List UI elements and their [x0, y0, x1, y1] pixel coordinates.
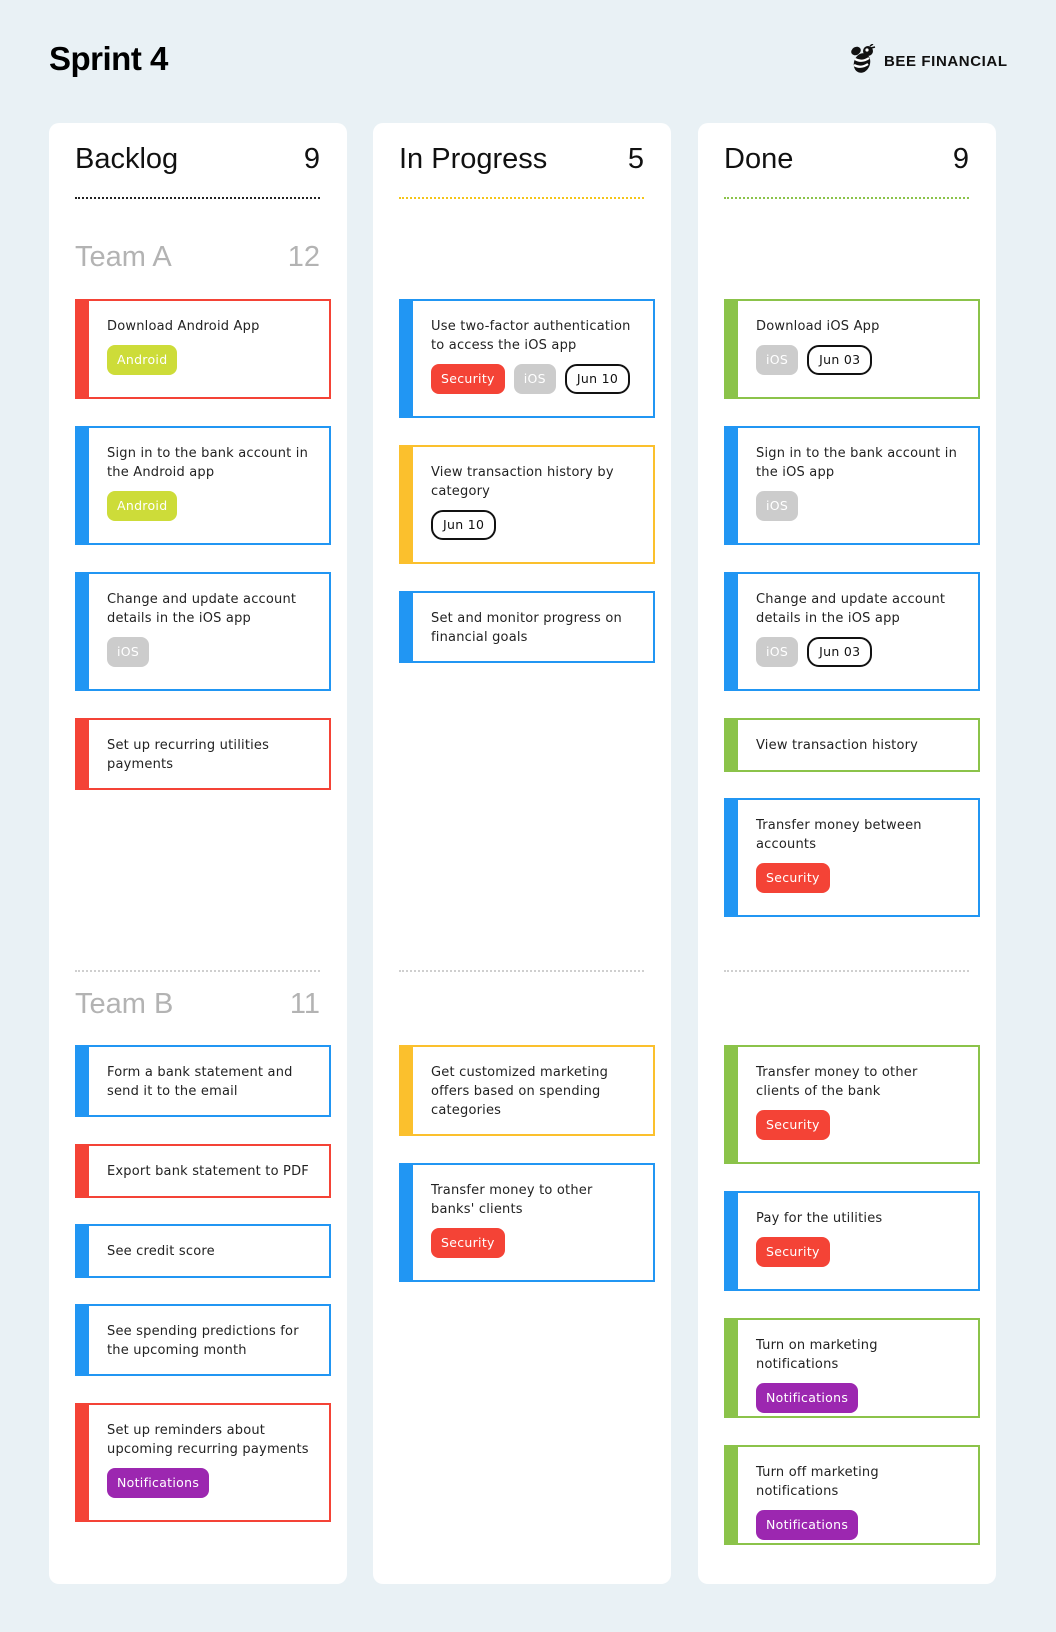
tag-android[interactable]: Android [107, 345, 178, 375]
column-header: Done 9 [724, 143, 969, 176]
task-card[interactable]: Set up reminders about upcoming recurrin… [75, 1403, 331, 1522]
tag-security[interactable]: Security [756, 863, 830, 893]
task-card[interactable]: Export bank statement to PDF [75, 1144, 331, 1198]
tag-security[interactable]: Security [756, 1110, 830, 1140]
task-title: See credit score [107, 1244, 215, 1259]
task-title: Set and monitor progress on financial go… [431, 611, 622, 645]
tag-notifications[interactable]: Notifications [107, 1468, 210, 1498]
task-title: Use two-factor authentication to access … [431, 319, 631, 353]
task-card[interactable]: Transfer money to other clients of the b… [724, 1045, 980, 1164]
column-count: 9 [303, 143, 320, 175]
task-title: Change and update account details in the… [756, 592, 946, 626]
brand-logo: BEE FINANCIAL [850, 43, 1008, 78]
task-card[interactable]: See credit score [75, 1224, 331, 1278]
team-divider [399, 970, 644, 972]
task-card[interactable]: Set up recurring utilities payments [75, 718, 331, 790]
tag-notifications[interactable]: Notifications [756, 1510, 859, 1540]
task-card[interactable]: Change and update account details in the… [724, 572, 980, 691]
tag-due-date[interactable]: Jun 10 [431, 510, 497, 540]
column-title: In Progress [399, 143, 548, 175]
tag-android[interactable]: Android [107, 491, 178, 521]
task-card[interactable]: Download iOS App iOS Jun 03 [724, 299, 980, 399]
task-title: Download iOS App [756, 319, 880, 334]
page-title: Sprint 4 [49, 40, 168, 77]
task-card[interactable]: Change and update account details in the… [75, 572, 331, 691]
column-done: Done 9 Download iOS App iOS Jun 03 Sign … [698, 123, 996, 1584]
team-count: 11 [289, 988, 320, 1020]
task-card[interactable]: Get customized marketing offers based on… [399, 1045, 655, 1136]
task-title: View transaction history by category [431, 465, 614, 499]
task-card[interactable]: Pay for the utilities Security [724, 1191, 980, 1291]
task-title: Form a bank statement and send it to the… [107, 1065, 293, 1099]
team-name: Team A [75, 241, 172, 273]
tag-ios[interactable]: iOS [513, 364, 556, 394]
column-divider [399, 197, 644, 199]
task-card[interactable]: Transfer money between accounts Security [724, 798, 980, 917]
task-title: Download Android App [107, 319, 260, 334]
brand-name: BEE FINANCIAL [884, 52, 1008, 70]
tag-security[interactable]: Security [431, 1228, 505, 1258]
column-divider [75, 197, 320, 199]
task-title: Set up recurring utilities payments [107, 738, 270, 772]
team-b-header: Team B 11 [75, 988, 320, 1021]
task-title: Sign in to the bank account in the Andro… [107, 446, 309, 480]
tag-notifications[interactable]: Notifications [756, 1383, 859, 1413]
tag-ios[interactable]: iOS [756, 345, 799, 375]
task-title: Turn on marketing notifications [756, 1338, 878, 1372]
task-title: Transfer money between accounts [756, 818, 922, 852]
column-header: In Progress 5 [399, 143, 644, 176]
tag-due-date[interactable]: Jun 10 [564, 364, 631, 394]
task-card[interactable]: Turn on marketing notifications Notifica… [724, 1318, 980, 1418]
task-title: Transfer money to other banks' clients [431, 1183, 593, 1217]
task-title: Change and update account details in the… [107, 592, 297, 626]
task-title: Export bank statement to PDF [107, 1164, 309, 1179]
column-title: Done [724, 143, 794, 175]
tag-ios[interactable]: iOS [107, 637, 150, 667]
team-divider [724, 970, 969, 972]
task-title: See spending predictions for the upcomin… [107, 1324, 299, 1358]
team-a-header: Team A 12 [75, 241, 320, 274]
team-divider [75, 970, 320, 972]
task-card[interactable]: Download Android App Android [75, 299, 331, 399]
team-name: Team B [75, 988, 174, 1020]
column-backlog: Backlog 9 Team A 12 Download Android App… [49, 123, 347, 1584]
task-title: Sign in to the bank account in the iOS a… [756, 446, 958, 480]
task-title: Turn off marketing notifications [756, 1465, 879, 1499]
team-count: 12 [287, 241, 320, 273]
task-title: Transfer money to other clients of the b… [756, 1065, 918, 1099]
column-title: Backlog [75, 143, 179, 175]
tag-security[interactable]: Security [756, 1237, 830, 1267]
column-header: Backlog 9 [75, 143, 320, 176]
column-in-progress: In Progress 5 Use two-factor authenticat… [373, 123, 671, 1584]
column-count: 5 [627, 143, 644, 175]
task-card[interactable]: Sign in to the bank account in the iOS a… [724, 426, 980, 545]
task-card[interactable]: Transfer money to other banks' clients S… [399, 1163, 655, 1282]
task-card[interactable]: Form a bank statement and send it to the… [75, 1045, 331, 1117]
task-card[interactable]: Sign in to the bank account in the Andro… [75, 426, 331, 545]
task-card[interactable]: View transaction history by category Jun… [399, 445, 655, 564]
tag-security[interactable]: Security [431, 364, 505, 394]
task-card[interactable]: Use two-factor authentication to access … [399, 299, 655, 418]
task-card[interactable]: View transaction history [724, 718, 980, 772]
tag-due-date[interactable]: Jun 03 [807, 345, 873, 375]
column-divider [724, 197, 969, 199]
task-card[interactable]: Set and monitor progress on financial go… [399, 591, 655, 663]
column-count: 9 [952, 143, 969, 175]
bee-icon [850, 43, 876, 78]
task-card[interactable]: See spending predictions for the upcomin… [75, 1304, 331, 1376]
task-title: Pay for the utilities [756, 1211, 883, 1226]
task-title: View transaction history [756, 738, 919, 753]
tag-ios[interactable]: iOS [756, 491, 799, 521]
task-title: Set up reminders about upcoming recurrin… [107, 1423, 309, 1457]
tag-ios[interactable]: iOS [756, 637, 799, 667]
task-card[interactable]: Turn off marketing notifications Notific… [724, 1445, 980, 1545]
tag-due-date[interactable]: Jun 03 [807, 637, 873, 667]
task-title: Get customized marketing offers based on… [431, 1065, 609, 1118]
